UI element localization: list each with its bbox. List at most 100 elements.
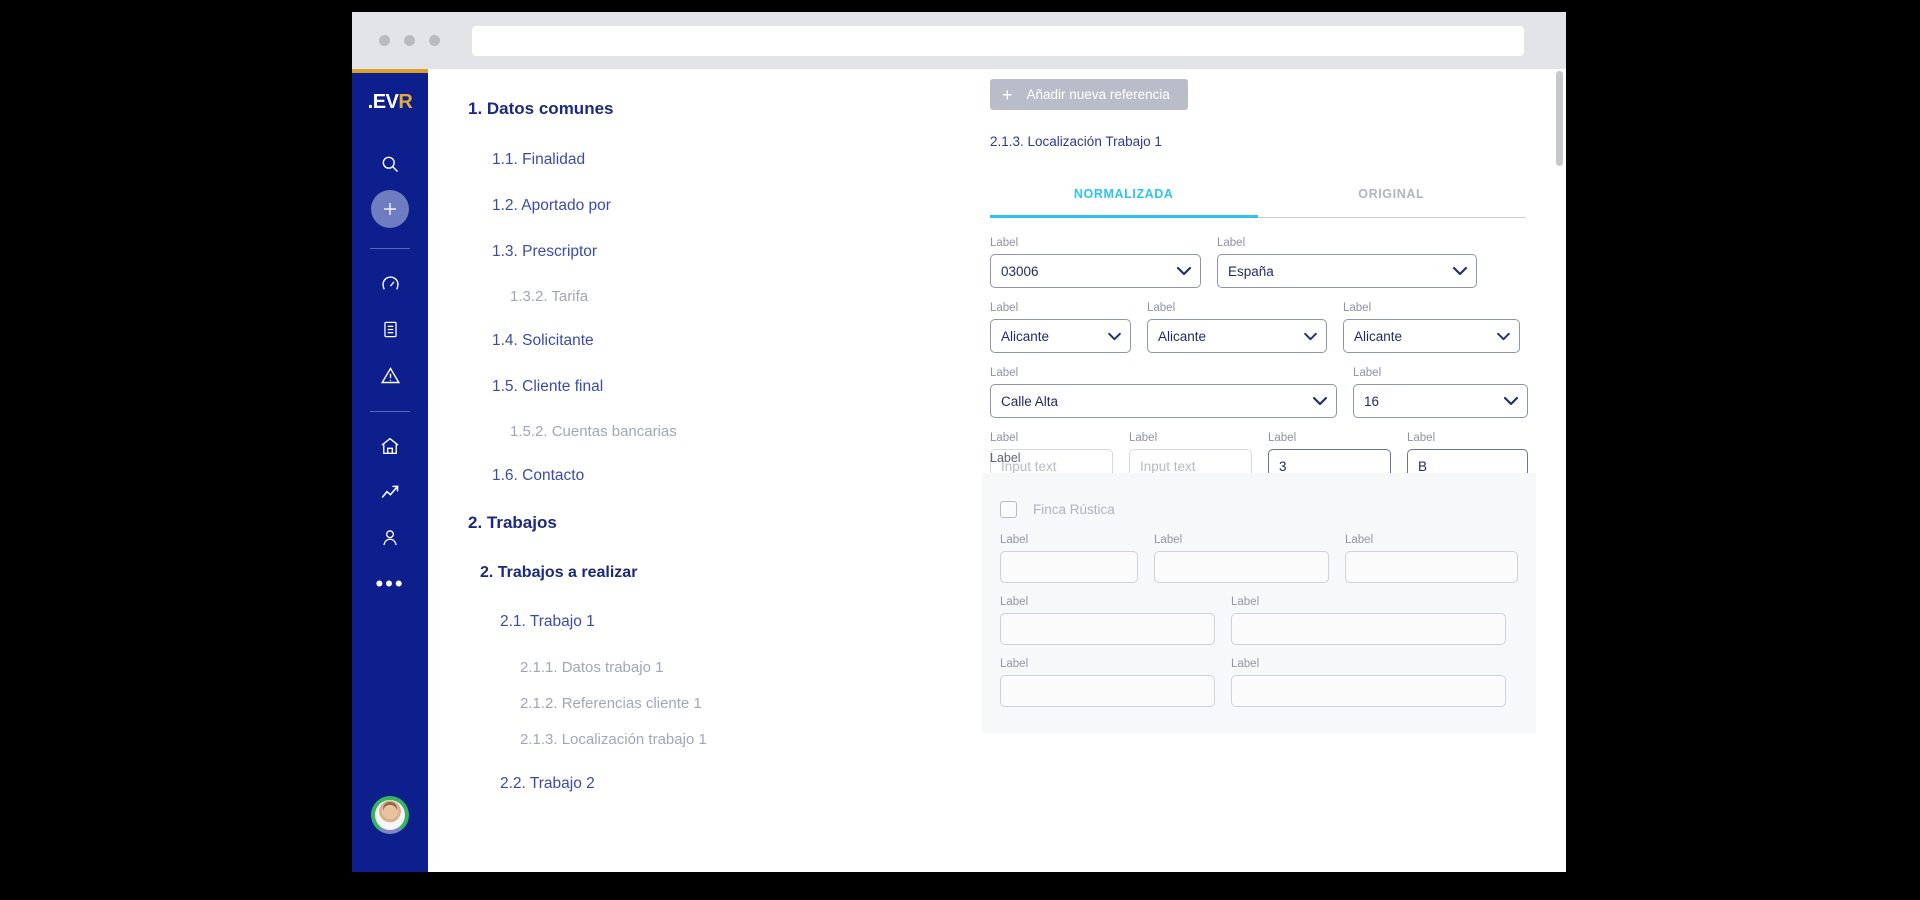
field-label: Label xyxy=(1000,658,1029,670)
nav-item-datos-comunes[interactable]: 1. Datos comunes xyxy=(468,99,728,119)
field-label: Label xyxy=(1353,367,1382,379)
field-label: Label xyxy=(1217,237,1246,249)
rustic-property-panel: Label Finca Rústica Label Label Label La… xyxy=(982,451,1536,733)
avatar-image xyxy=(375,800,405,830)
panel-row-2: Label Label xyxy=(990,596,1528,645)
door-value: B xyxy=(1418,458,1428,474)
street-value: Calle Alta xyxy=(1001,393,1059,409)
more-icon[interactable]: ••• xyxy=(370,564,410,604)
field-label: Label xyxy=(1000,596,1029,608)
finca-rustica-checkbox[interactable] xyxy=(1000,501,1017,518)
user-icon[interactable] xyxy=(370,518,410,558)
municipality-select[interactable]: Alicante xyxy=(1147,319,1327,353)
logo-suffix: R xyxy=(398,91,413,113)
panel-input-3[interactable] xyxy=(1344,551,1518,583)
field-label: Label xyxy=(1147,302,1176,314)
chevron-down-icon xyxy=(1312,394,1328,409)
locality-value: Alicante xyxy=(1354,328,1403,344)
nav-item-referencias-cliente-1[interactable]: 2.1.2. Referencias cliente 1 xyxy=(468,695,728,713)
tab-original[interactable]: ORIGINAL xyxy=(1257,187,1525,218)
panel-row-1: Label Label Label xyxy=(990,534,1528,583)
finca-rustica-row[interactable]: Finca Rústica xyxy=(990,487,1528,534)
panel-field-6: Label xyxy=(1000,658,1215,707)
scrollbar-thumb[interactable] xyxy=(1556,71,1563,166)
field-number: Label 16 xyxy=(1353,367,1528,418)
search-icon[interactable] xyxy=(370,144,410,184)
address-tabs: NORMALIZADA ORIGINAL xyxy=(990,187,1525,218)
panel-input-4[interactable] xyxy=(1000,613,1215,645)
panel-input-5[interactable] xyxy=(1231,613,1506,645)
add-new-reference-button[interactable]: + Añadir nueva referencia xyxy=(990,79,1188,110)
nav-item-solicitante[interactable]: 1.4. Solicitante xyxy=(468,332,728,351)
main-content: + Añadir nueva referencia 2.1.3. Localiz… xyxy=(728,69,1566,872)
trending-up-icon[interactable] xyxy=(370,472,410,512)
app-logo[interactable]: .EVR xyxy=(368,91,413,114)
nav-item-finalidad[interactable]: 1.1. Finalidad xyxy=(468,151,728,170)
app-body: .EVR ••• 1. Datos comunes 1.1. Finalidad… xyxy=(352,69,1566,872)
nav-item-trabajo-2[interactable]: 2.2. Trabajo 2 xyxy=(468,775,728,794)
field-label: Label xyxy=(990,367,1019,379)
locality-select[interactable]: Alicante xyxy=(1343,319,1520,353)
nav-item-datos-trabajo-1[interactable]: 2.1.1. Datos trabajo 1 xyxy=(468,659,728,677)
content-scrollbar[interactable] xyxy=(1556,69,1563,872)
field-label: Label xyxy=(990,302,1019,314)
plus-icon[interactable] xyxy=(371,190,409,228)
panel-input-1[interactable] xyxy=(1000,551,1139,583)
window-controls[interactable] xyxy=(379,35,440,46)
rail-divider-2 xyxy=(370,411,410,412)
page-title: 2.1.3. Localización Trabajo 1 xyxy=(990,134,1162,149)
nav-item-prescriptor[interactable]: 1.3. Prescriptor xyxy=(468,243,728,262)
country-select[interactable]: España xyxy=(1217,254,1477,288)
field-locality: Label Alicante xyxy=(1343,302,1520,353)
panel-input-6[interactable] xyxy=(1000,675,1215,707)
panel-input-2[interactable] xyxy=(1154,551,1329,583)
form-row-3: Label Calle Alta Label 16 xyxy=(990,367,1528,418)
url-bar[interactable] xyxy=(472,25,1524,56)
form-row-2: Label Alicante Label Alicante Label Alic… xyxy=(990,302,1528,353)
nav-item-trabajo-1[interactable]: 2.1. Trabajo 1 xyxy=(468,613,728,632)
nav-item-localizacion-trabajo-1[interactable]: 2.1.3. Localización trabajo 1 xyxy=(468,731,728,749)
street-select[interactable]: Calle Alta xyxy=(990,384,1337,418)
nav-item-cuentas-bancarias[interactable]: 1.5.2. Cuentas bancarias xyxy=(468,423,728,441)
document-icon[interactable] xyxy=(370,309,410,349)
nav-item-contacto[interactable]: 1.6. Contacto xyxy=(468,467,728,486)
field-country: Label España xyxy=(1217,237,1477,288)
maximize-window-dot[interactable] xyxy=(429,35,440,46)
field-label: Label xyxy=(1343,302,1372,314)
chevron-down-icon xyxy=(1304,329,1317,344)
field-label: Label xyxy=(1344,534,1374,546)
tab-normalizada[interactable]: NORMALIZADA xyxy=(990,187,1258,218)
gauge-icon[interactable] xyxy=(370,263,410,303)
panel-field-5: Label xyxy=(1231,596,1506,645)
finca-rustica-label: Finca Rústica xyxy=(1033,502,1115,517)
country-value: España xyxy=(1228,263,1274,279)
municipality-value: Alicante xyxy=(1158,328,1207,344)
panel-field-2: Label xyxy=(1154,534,1329,583)
warning-icon[interactable] xyxy=(370,355,410,395)
province-select[interactable]: Alicante xyxy=(990,319,1131,353)
avatar[interactable] xyxy=(371,796,409,834)
field-label: Label xyxy=(1268,432,1297,444)
field-label: Label xyxy=(990,432,1019,444)
add-new-reference-label: Añadir nueva referencia xyxy=(1026,87,1170,102)
field-label: Label xyxy=(990,237,1019,249)
field-label: Label xyxy=(1231,658,1260,670)
panel-field-4: Label xyxy=(1000,596,1215,645)
stair-placeholder: Input text xyxy=(1140,458,1196,474)
chevron-down-icon xyxy=(1452,264,1468,279)
field-postal-code: Label 03006 xyxy=(990,237,1201,288)
postal-code-select[interactable]: 03006 xyxy=(990,254,1201,288)
nav-item-trabajos[interactable]: 2. Trabajos xyxy=(468,513,728,533)
field-municipality: Label Alicante xyxy=(1147,302,1327,353)
panel-input-7[interactable] xyxy=(1231,675,1506,707)
home-icon[interactable] xyxy=(370,426,410,466)
nav-item-trabajos-a-realizar[interactable]: 2. Trabajos a realizar xyxy=(468,563,728,582)
chevron-down-icon xyxy=(1108,329,1121,344)
number-select[interactable]: 16 xyxy=(1353,384,1528,418)
nav-item-tarifa[interactable]: 1.3.2. Tarifa xyxy=(468,288,728,306)
nav-item-aportado-por[interactable]: 1.2. Aportado por xyxy=(468,197,728,216)
minimize-window-dot[interactable] xyxy=(404,35,415,46)
field-label: Label xyxy=(1000,534,1029,546)
nav-item-cliente-final[interactable]: 1.5. Cliente final xyxy=(468,378,728,397)
close-window-dot[interactable] xyxy=(379,35,390,46)
